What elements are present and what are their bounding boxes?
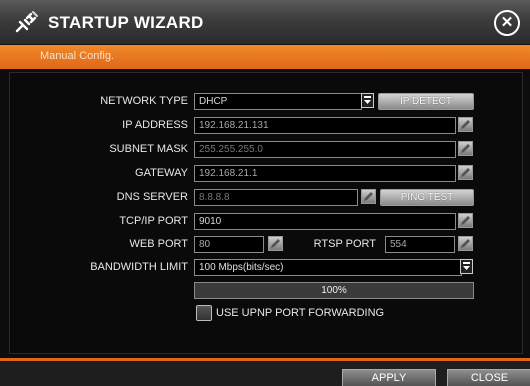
web-port-label: WEB PORT — [129, 238, 188, 250]
dns-server-label: DNS SERVER — [116, 191, 188, 203]
pencil-icon[interactable] — [361, 189, 376, 204]
pencil-icon[interactable] — [458, 236, 473, 251]
tcpip-port-label: TCP/IP PORT — [119, 215, 188, 227]
gateway-label: GATEWAY — [135, 167, 188, 179]
mode-bar: Manual Config. — [0, 45, 530, 69]
dns-server-field[interactable]: 8.8.8.8 — [194, 189, 358, 206]
upnp-label: USE UPNP PORT FORWARDING — [216, 307, 385, 319]
network-type-label: NETWORK TYPE — [100, 95, 188, 107]
mode-label: Manual Config. — [40, 50, 114, 62]
bandwidth-limit-label: BANDWIDTH LIMIT — [90, 261, 188, 273]
dropdown-arrow-icon[interactable] — [361, 93, 374, 108]
network-type-select[interactable]: DHCP — [194, 93, 362, 110]
network-plug-icon — [15, 11, 38, 33]
rtsp-port-field[interactable]: 554 — [385, 236, 455, 253]
ip-detect-button[interactable]: IP DETECT — [378, 93, 474, 110]
pencil-icon[interactable] — [268, 236, 283, 251]
window-title: STARTUP WIZARD — [48, 13, 204, 32]
rtsp-port-label: RTSP PORT — [313, 238, 376, 250]
close-icon[interactable]: ✕ — [494, 10, 520, 36]
bandwidth-progress-bar: 100% — [194, 282, 474, 299]
ip-address-field[interactable]: 192.168.21.131 — [194, 117, 456, 134]
pencil-icon[interactable] — [458, 141, 473, 156]
progress-text: 100% — [321, 285, 347, 296]
upnp-checkbox[interactable] — [196, 305, 212, 321]
apply-button[interactable]: APPLY — [342, 369, 436, 386]
subnet-mask-field[interactable]: 255.255.255.0 — [194, 141, 456, 158]
web-port-field[interactable]: 80 — [194, 236, 264, 253]
title-bar: STARTUP WIZARD ✕ — [0, 0, 530, 45]
footer-bar: APPLY CLOSE — [0, 358, 530, 386]
pencil-icon[interactable] — [458, 165, 473, 180]
close-button[interactable]: CLOSE — [447, 369, 530, 386]
tcpip-port-field[interactable]: 9010 — [194, 213, 456, 230]
startup-wizard-window: STARTUP WIZARD ✕ Manual Config. NETWORK … — [0, 0, 530, 386]
ping-test-button[interactable]: PING TEST — [380, 189, 474, 206]
subnet-mask-label: SUBNET MASK — [109, 143, 188, 155]
pencil-icon[interactable] — [458, 117, 473, 132]
dropdown-arrow-icon[interactable] — [460, 259, 473, 274]
ip-address-label: IP ADDRESS — [122, 119, 188, 131]
gateway-field[interactable]: 192.168.21.1 — [194, 165, 456, 182]
pencil-icon[interactable] — [458, 213, 473, 228]
bandwidth-limit-select[interactable]: 100 Mbps(bits/sec) — [194, 259, 462, 276]
